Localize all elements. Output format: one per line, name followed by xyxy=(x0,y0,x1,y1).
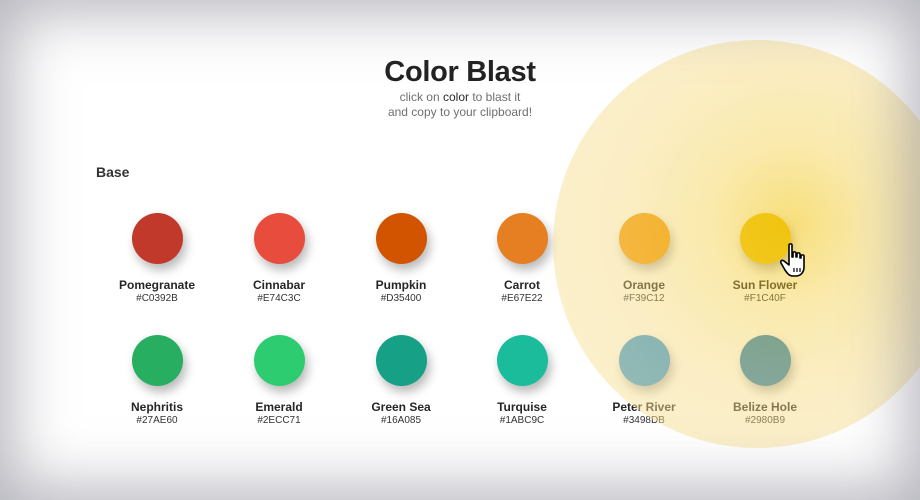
color-name: Cinnabar xyxy=(252,278,305,292)
color-circle[interactable] xyxy=(253,213,305,264)
color-hex: #E67E22 xyxy=(501,293,543,304)
color-circle[interactable] xyxy=(131,335,183,386)
color-swatch[interactable]: Nephritis #27AE60 xyxy=(97,335,217,427)
color-swatch[interactable]: Green Sea #16A085 xyxy=(341,335,461,427)
color-name: Pomegranate xyxy=(118,278,196,292)
color-swatch[interactable]: Turquise #1ABC9C xyxy=(462,335,582,427)
color-hex: #2980B9 xyxy=(744,415,786,426)
color-swatch[interactable]: Belize Hole #2980B9 xyxy=(705,335,825,427)
color-swatch[interactable]: Cinnabar #E74C3C xyxy=(219,213,339,305)
hand-pointer-icon xyxy=(779,243,810,284)
color-name: Belize Hole xyxy=(732,400,798,414)
color-circle[interactable] xyxy=(618,213,670,264)
color-swatch[interactable]: Carrot #E67E22 xyxy=(462,213,582,305)
color-hex: #1ABC9C xyxy=(499,415,545,426)
color-circle[interactable] xyxy=(496,335,548,386)
section-label: Base xyxy=(96,164,130,180)
color-hex: #3498DB xyxy=(623,415,665,426)
color-swatch[interactable]: Pomegranate #C0392B xyxy=(97,213,217,305)
color-circle[interactable] xyxy=(253,335,305,386)
color-circle[interactable] xyxy=(131,213,183,264)
color-hex: #C0392B xyxy=(136,293,178,304)
color-hex: #F1C40F xyxy=(744,293,786,304)
color-hex: #E74C3C xyxy=(257,293,301,304)
header: Color Blast click on color to blast it a… xyxy=(0,55,920,120)
color-hex: #D35400 xyxy=(380,293,422,304)
subtitle-text-bold: color xyxy=(442,90,469,104)
color-circle[interactable] xyxy=(496,213,548,264)
color-name: Orange xyxy=(622,278,665,292)
color-swatch[interactable]: Pumpkin #D35400 xyxy=(341,213,461,305)
color-hex: #2ECC71 xyxy=(257,415,301,426)
color-swatch[interactable]: Peter River #3498DB xyxy=(584,335,704,427)
page-title: Color Blast xyxy=(384,56,536,88)
color-name: Nephritis xyxy=(130,400,183,414)
color-hex: #16A085 xyxy=(380,415,422,426)
color-circle[interactable] xyxy=(375,335,427,386)
subtitle-text-pre: click on xyxy=(399,90,440,104)
color-circle[interactable] xyxy=(739,335,791,386)
subtitle-text-post: to blast it xyxy=(472,90,521,104)
color-circle[interactable] xyxy=(375,213,427,264)
color-hex: #F39C12 xyxy=(623,293,665,304)
color-swatch[interactable]: Emerald #2ECC71 xyxy=(219,335,339,427)
color-name: Pumpkin xyxy=(375,278,427,292)
color-name: Carrot xyxy=(503,278,540,292)
color-hex: #27AE60 xyxy=(136,415,178,426)
color-name: Emerald xyxy=(255,400,303,414)
subtitle-text-line2: and copy to your clipboard! xyxy=(387,105,533,119)
color-name: Peter River xyxy=(612,400,676,414)
color-swatch[interactable]: Orange #F39C12 xyxy=(584,213,704,305)
color-circle[interactable] xyxy=(618,335,670,386)
page-subtitle: click on color to blast it and copy to y… xyxy=(0,90,920,120)
color-name: Green Sea xyxy=(371,400,431,414)
color-name: Turquise xyxy=(497,400,547,414)
